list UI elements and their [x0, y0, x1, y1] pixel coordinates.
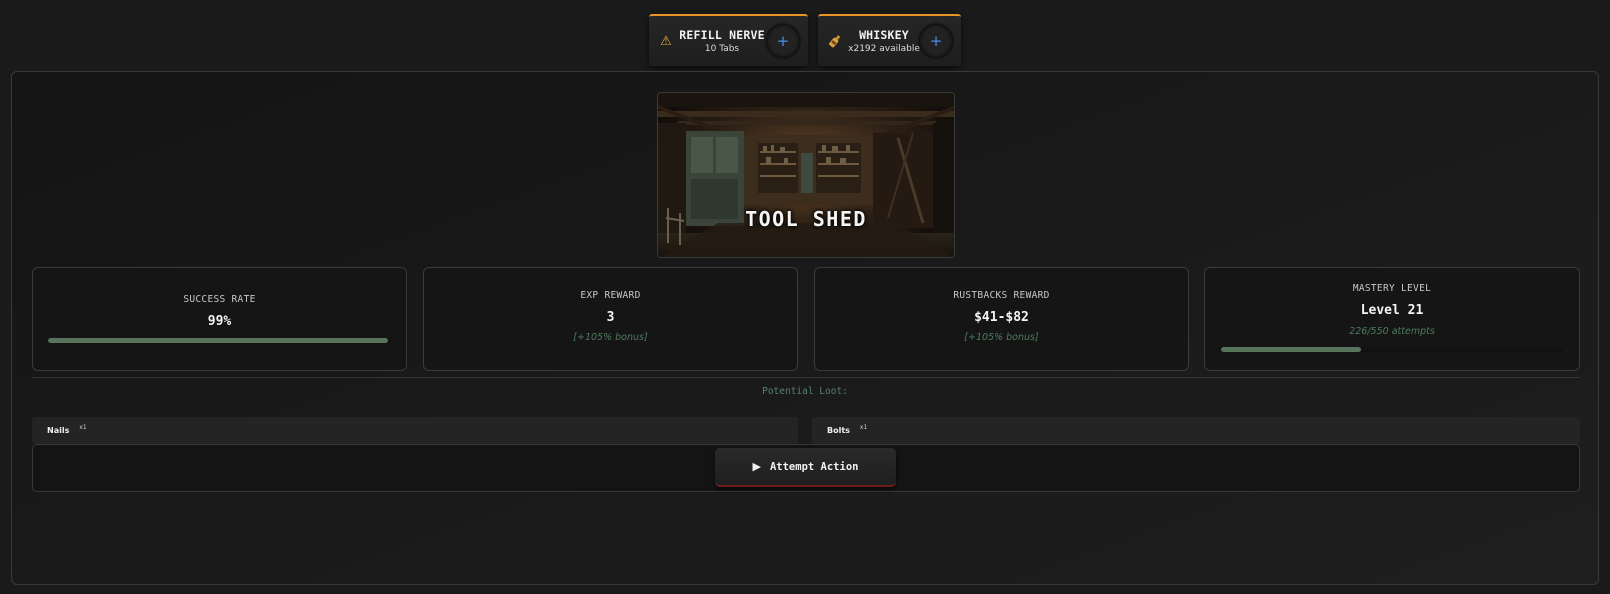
bottle-icon	[826, 32, 844, 50]
mastery-level-card: MASTERY LEVEL Level 21 226/550 attempts	[1204, 267, 1580, 371]
refill-nerve-plus-button[interactable]: +	[766, 24, 800, 58]
rustbacks-reward-card: RUSTBACKS REWARD $41-$82 [+105% bonus]	[814, 267, 1189, 371]
success-rate-bar-fill	[48, 338, 388, 343]
loot-item-name: Bolts	[827, 426, 850, 435]
loot-item-qty: x1	[859, 424, 868, 431]
loot-item-qty: x1	[79, 424, 87, 431]
rustbacks-reward-label: RUSTBACKS REWARD	[953, 290, 1050, 301]
refill-nerve-panel: ⚠ REFILL NERVE 10 Tabs +	[649, 14, 808, 66]
success-rate-label: SUCCESS RATE	[183, 294, 256, 305]
plus-icon: +	[776, 32, 790, 50]
whiskey-plus-button[interactable]: +	[919, 24, 953, 58]
whiskey-title: WHISKEY	[859, 28, 909, 42]
mastery-progress-bar	[1221, 347, 1563, 352]
loot-item: Bolts x1	[812, 417, 1580, 444]
warning-triangle-icon: ⚠	[660, 33, 672, 49]
loot-item-name: Nails	[47, 426, 70, 435]
crime-panel: TOOL SHED SUCCESS RATE 99% EXP REWARD 3 …	[11, 71, 1599, 585]
rustbacks-reward-bonus: [+105% bonus]	[964, 332, 1039, 343]
refill-nerve-text: REFILL NERVE 10 Tabs	[679, 28, 765, 54]
exp-reward-card: EXP REWARD 3 [+105% bonus]	[423, 267, 798, 371]
mastery-level-label: MASTERY LEVEL	[1352, 283, 1432, 294]
divider	[32, 377, 1580, 378]
success-rate-bar	[48, 338, 391, 343]
scene-title: TOOL SHED	[745, 207, 867, 231]
attempt-action-button[interactable]: ▶ Attempt Action	[715, 448, 896, 487]
exp-reward-value: 3	[606, 310, 615, 325]
mastery-progress-fill	[1221, 347, 1362, 352]
play-icon: ▶	[752, 460, 761, 473]
whiskey-panel: WHISKEY x2192 available +	[818, 14, 961, 66]
whiskey-text: WHISKEY x2192 available	[848, 28, 920, 54]
top-bar: ⚠ REFILL NERVE 10 Tabs + WHISKEY x2192 a…	[0, 0, 1610, 70]
exp-reward-bonus: [+105% bonus]	[573, 332, 648, 343]
refill-nerve-subtitle: 10 Tabs	[704, 44, 740, 54]
tool-shed-illustration	[658, 93, 954, 257]
loot-item: Nails x1	[32, 417, 798, 444]
tool-shed-scene-image: TOOL SHED	[657, 92, 955, 258]
mastery-attempts: 226/550 attempts	[1349, 326, 1435, 337]
whiskey-subtitle: x2192 available	[848, 44, 920, 54]
rustbacks-reward-value: $41-$82	[974, 310, 1029, 325]
success-rate-card: SUCCESS RATE 99%	[32, 267, 407, 371]
exp-reward-label: EXP REWARD	[580, 290, 641, 301]
refill-nerve-title: REFILL NERVE	[679, 28, 765, 42]
potential-loot-heading: Potential Loot:	[762, 386, 848, 397]
success-rate-value: 99%	[207, 314, 232, 329]
attempt-action-label: Attempt Action	[769, 460, 859, 473]
mastery-level-value: Level 21	[1360, 303, 1424, 318]
plus-icon: +	[929, 32, 943, 50]
